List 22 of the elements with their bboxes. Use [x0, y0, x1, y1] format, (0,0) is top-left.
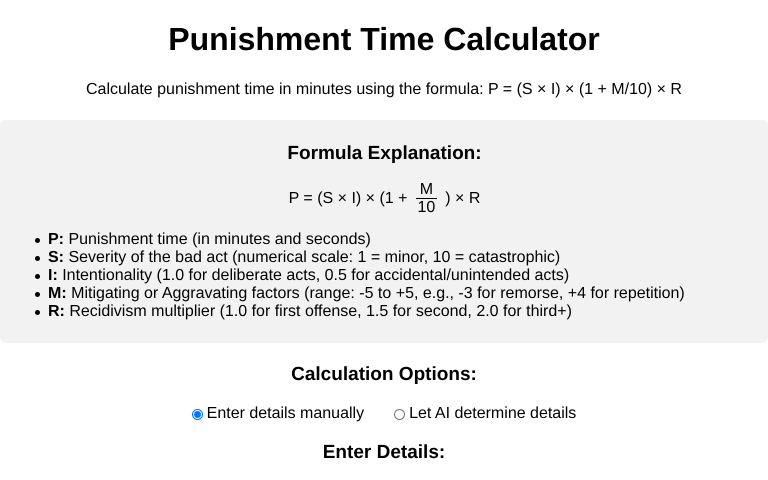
- formula-text: ) × R: [445, 190, 480, 208]
- radio-button[interactable]: [192, 408, 203, 420]
- bullet-icon: [35, 256, 40, 260]
- definition-text: P: Punishment time (in minutes and seconds): [48, 231, 371, 249]
- bullet-icon: [35, 274, 40, 278]
- definition-text: M: Mitigating or Aggravating factors (range: -5 to +5, e.g., -3 for remorse, +4 for repetition): [48, 285, 685, 303]
- radio-label[interactable]: Let AI determine details: [409, 405, 576, 423]
- bullet-icon: [35, 292, 40, 296]
- section-heading: Calculation Options:: [291, 363, 477, 386]
- definition-text: R: Recidivism multiplier (1.0 for first offense, 1.5 for second, 2.0 for third+): [48, 303, 572, 321]
- formula-text: P = (S × I) × (1 +: [288, 190, 408, 208]
- definition-text: S: Severity of the bad act (numerical scale: 1 = minor, 10 = catastrophic): [48, 249, 560, 267]
- section-heading: Formula Explanation:: [287, 142, 482, 165]
- page-title: Punishment Time Calculator: [167, 21, 601, 58]
- subtitle: Calculate punishment time in minutes using the formula: P = (S × I) × (1 + M/10) × R: [86, 80, 682, 99]
- definition-text: I: Intentionality (1.0 for deliberate acts, 0.5 for accidental/unintended acts): [48, 267, 570, 285]
- fraction: M 10: [414, 181, 438, 217]
- radio-button[interactable]: [394, 408, 406, 420]
- radio-label[interactable]: Enter details manually: [206, 405, 364, 423]
- bullet-icon: [35, 238, 40, 242]
- bullet-icon: [35, 310, 40, 314]
- section-heading: Enter Details:: [322, 441, 446, 464]
